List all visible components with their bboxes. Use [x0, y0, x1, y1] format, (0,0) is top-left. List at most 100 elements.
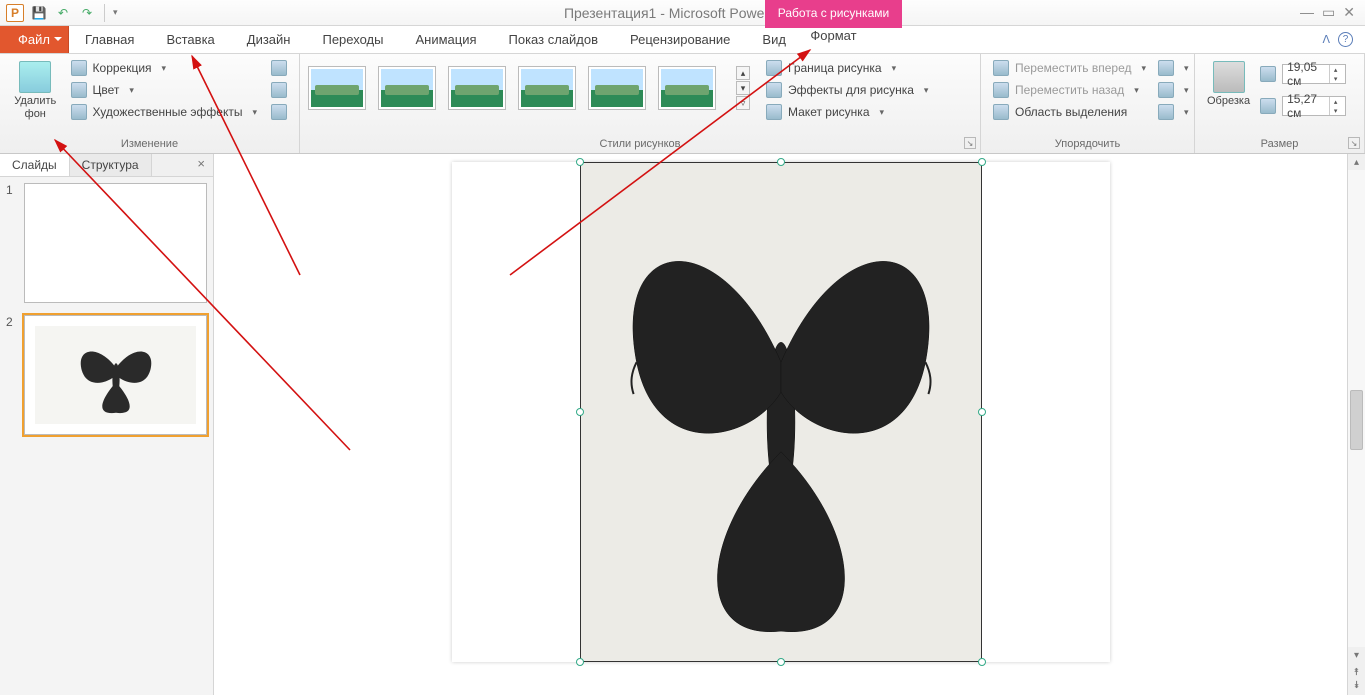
group-picture-styles: ▴ ▾ ▿ Граница рисунка Эффекты для рисунк… [300, 54, 981, 153]
close-button[interactable]: ✕ [1343, 4, 1355, 21]
selected-picture[interactable] [580, 162, 982, 662]
slide-thumb-2[interactable]: 2 [6, 315, 207, 435]
slide-thumbnails: 1 2 [0, 177, 213, 695]
prev-slide-icon[interactable]: ⯭ [1354, 667, 1360, 678]
resize-handle[interactable] [978, 658, 986, 666]
spin-down-icon[interactable]: ▾ [1329, 74, 1341, 83]
qat-dropdown-icon[interactable]: ▾ [113, 7, 118, 18]
height-icon [1260, 66, 1276, 82]
remove-background-button[interactable]: Удалить фон [8, 58, 63, 123]
style-thumb[interactable] [518, 66, 576, 110]
reset-picture-button[interactable] [267, 102, 291, 122]
crop-button[interactable]: Обрезка [1203, 58, 1254, 111]
tab-transitions[interactable]: Переходы [306, 26, 399, 53]
width-icon [1260, 98, 1276, 114]
redo-button[interactable]: ↷ [78, 4, 96, 22]
tab-slideshow[interactable]: Показ слайдов [493, 26, 615, 53]
ribbon-tabs: Файл Главная Вставка Дизайн Переходы Ани… [0, 26, 1365, 54]
slide-mini[interactable] [24, 315, 207, 435]
width-field[interactable]: 15,27 см▴▾ [1260, 96, 1346, 116]
gallery-up-icon[interactable]: ▴ [736, 66, 750, 80]
slide-canvas[interactable] [214, 154, 1347, 695]
change-picture-icon [271, 82, 287, 98]
corrections-button[interactable]: Коррекция [67, 58, 261, 78]
color-label: Цвет [93, 83, 120, 97]
send-backward-label: Переместить назад [1015, 83, 1124, 97]
picture-layout-button[interactable]: Макет рисунка [762, 102, 932, 122]
color-button[interactable]: Цвет [67, 80, 261, 100]
tab-insert[interactable]: Вставка [150, 26, 230, 53]
resize-handle[interactable] [576, 408, 584, 416]
vertical-scrollbar[interactable]: ▴ ▾ ⯭ ⯯ [1347, 154, 1365, 695]
save-button[interactable]: 💾 [30, 4, 48, 22]
remove-background-label: Удалить фон [12, 95, 59, 120]
resize-handle[interactable] [777, 658, 785, 666]
resize-handle[interactable] [777, 158, 785, 166]
change-picture-button[interactable] [267, 80, 291, 100]
group-objects-button[interactable] [1154, 80, 1193, 100]
bring-forward-button[interactable]: Переместить вперед [989, 58, 1150, 78]
next-slide-icon[interactable]: ⯯ [1354, 680, 1360, 691]
quick-access-toolbar: P 💾 ↶ ↷ ▾ [0, 4, 124, 22]
app-icon[interactable]: P [6, 4, 24, 22]
resize-handle[interactable] [576, 158, 584, 166]
align-button[interactable] [1154, 58, 1193, 78]
align-icon [1158, 60, 1174, 76]
resize-handle[interactable] [576, 658, 584, 666]
tab-design[interactable]: Дизайн [231, 26, 307, 53]
height-field[interactable]: 19,05 см▴▾ [1260, 64, 1346, 84]
panel-close-icon[interactable]: × [189, 154, 213, 176]
spin-up-icon[interactable]: ▴ [1329, 65, 1341, 74]
selection-pane-button[interactable]: Область выделения [989, 102, 1150, 122]
rotate-button[interactable] [1154, 102, 1193, 122]
tab-home[interactable]: Главная [69, 26, 150, 53]
style-thumb[interactable] [308, 66, 366, 110]
bring-forward-label: Переместить вперед [1015, 61, 1131, 75]
send-backward-button[interactable]: Переместить назад [989, 80, 1150, 100]
slide-mini[interactable] [24, 183, 207, 303]
resize-handle[interactable] [978, 408, 986, 416]
slide-thumb-1[interactable]: 1 [6, 183, 207, 303]
spin-up-icon[interactable]: ▴ [1329, 97, 1341, 106]
brightness-icon [71, 60, 87, 76]
resize-handle[interactable] [978, 158, 986, 166]
picture-styles-gallery[interactable]: ▴ ▾ ▿ [308, 58, 750, 110]
size-dialog-launcher[interactable]: ↘ [1348, 137, 1360, 149]
styles-dialog-launcher[interactable]: ↘ [964, 137, 976, 149]
style-thumb[interactable] [448, 66, 506, 110]
gallery-more-icon[interactable]: ▿ [736, 96, 750, 110]
scroll-thumb[interactable] [1350, 390, 1363, 450]
style-thumb[interactable] [588, 66, 646, 110]
scroll-track[interactable] [1348, 170, 1365, 647]
tab-review[interactable]: Рецензирование [614, 26, 746, 53]
picture-effects-button[interactable]: Эффекты для рисунка [762, 80, 932, 100]
style-thumb[interactable] [658, 66, 716, 110]
scroll-down-icon[interactable]: ▾ [1354, 647, 1359, 663]
layout-icon [766, 104, 782, 120]
picture-content [581, 163, 981, 661]
collapse-ribbon-icon[interactable]: ᐱ [1322, 33, 1330, 46]
tab-file[interactable]: Файл [0, 26, 69, 53]
tab-animation[interactable]: Анимация [399, 26, 492, 53]
undo-button[interactable]: ↶ [54, 4, 72, 22]
picture-border-button[interactable]: Граница рисунка [762, 58, 932, 78]
artistic-label: Художественные эффекты [93, 105, 243, 119]
selection-pane-label: Область выделения [1015, 105, 1127, 119]
minimize-button[interactable]: ― [1300, 4, 1314, 21]
crop-label: Обрезка [1207, 95, 1250, 108]
gallery-down-icon[interactable]: ▾ [736, 81, 750, 95]
group-arrange: Переместить вперед Переместить назад Обл… [981, 54, 1195, 153]
panel-tab-slides[interactable]: Слайды [0, 154, 70, 176]
width-value: 15,27 см [1287, 92, 1329, 120]
tab-format[interactable]: Формат [765, 26, 902, 43]
spin-down-icon[interactable]: ▾ [1329, 106, 1341, 115]
artistic-icon [71, 104, 87, 120]
tab-file-label: Файл [18, 32, 50, 47]
scroll-up-icon[interactable]: ▴ [1354, 154, 1359, 170]
panel-tab-outline[interactable]: Структура [70, 154, 152, 176]
style-thumb[interactable] [378, 66, 436, 110]
compress-pictures-button[interactable] [267, 58, 291, 78]
maximize-button[interactable]: ▭ [1322, 4, 1335, 21]
artistic-effects-button[interactable]: Художественные эффекты [67, 102, 261, 122]
help-icon[interactable]: ? [1338, 32, 1353, 47]
